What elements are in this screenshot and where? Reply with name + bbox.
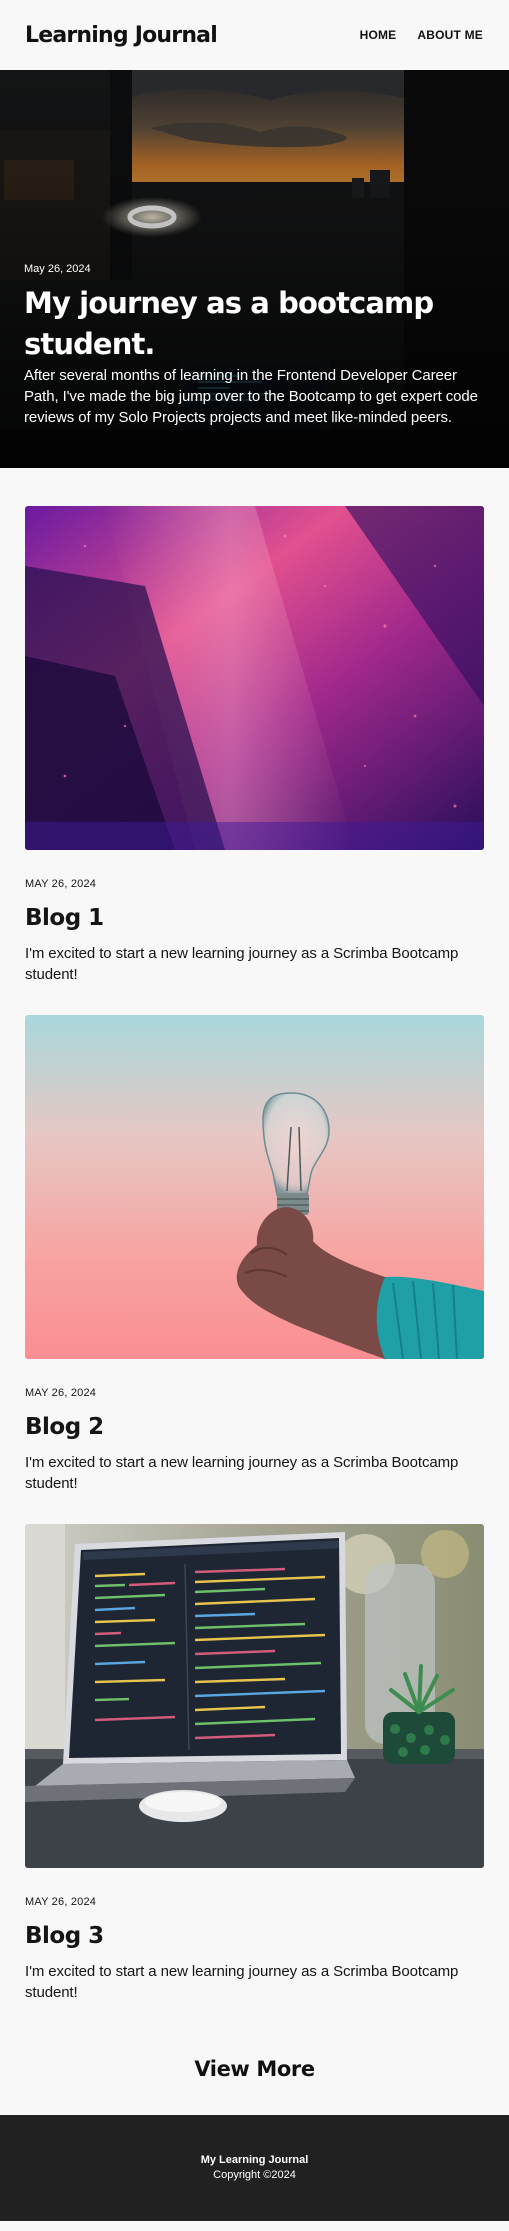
- site-logo[interactable]: Learning Journal: [25, 23, 218, 48]
- hero-description: After several months of learning in the …: [24, 367, 478, 426]
- view-more-container: View More: [25, 2033, 484, 2115]
- post-date: MAY 26, 2024: [25, 1896, 97, 1908]
- view-more-button[interactable]: View More: [194, 2057, 315, 2081]
- post-description: I'm excited to start a new learning jour…: [25, 1963, 459, 2001]
- post-date: MAY 26, 2024: [25, 878, 97, 890]
- site-header: Learning Journal HOME ABOUT ME: [0, 0, 509, 70]
- blog-post[interactable]: MAY 26, 2024 Blog 2 I'm excited to start…: [25, 1015, 484, 1494]
- post-title[interactable]: Blog 2: [25, 1414, 484, 1440]
- site-footer: My Learning Journal Copyright ©2024: [0, 2115, 509, 2221]
- post-title[interactable]: Blog 1: [25, 905, 484, 931]
- footer-title: My Learning Journal: [200, 2154, 309, 2166]
- nav-home-link[interactable]: HOME: [360, 28, 397, 42]
- hero-section[interactable]: May 26, 2024 My journey as a bootcamp st…: [0, 70, 509, 468]
- post-description: I'm excited to start a new learning jour…: [25, 1454, 459, 1492]
- hero-date: May 26, 2024: [24, 263, 91, 275]
- main-nav: HOME ABOUT ME: [360, 28, 483, 42]
- blog-post[interactable]: MAY 26, 2024 Blog 3 I'm excited to start…: [25, 1524, 484, 2003]
- post-image-lightbulb[interactable]: [25, 1015, 484, 1359]
- post-image-neon-window[interactable]: [25, 506, 484, 850]
- post-description: I'm excited to start a new learning jour…: [25, 945, 459, 983]
- post-date: MAY 26, 2024: [25, 1387, 97, 1399]
- blog-post[interactable]: MAY 26, 2024 Blog 1 I'm excited to start…: [25, 506, 484, 985]
- post-image-laptop-code[interactable]: [25, 1524, 484, 1868]
- posts-list: MAY 26, 2024 Blog 1 I'm excited to start…: [0, 468, 509, 2115]
- footer-copyright: Copyright ©2024: [213, 2169, 296, 2181]
- hero-title[interactable]: My journey as a bootcamp student.: [24, 283, 479, 365]
- hero-content: May 26, 2024 My journey as a bootcamp st…: [24, 263, 479, 428]
- post-title[interactable]: Blog 3: [25, 1923, 484, 1949]
- nav-about-link[interactable]: ABOUT ME: [417, 28, 483, 42]
